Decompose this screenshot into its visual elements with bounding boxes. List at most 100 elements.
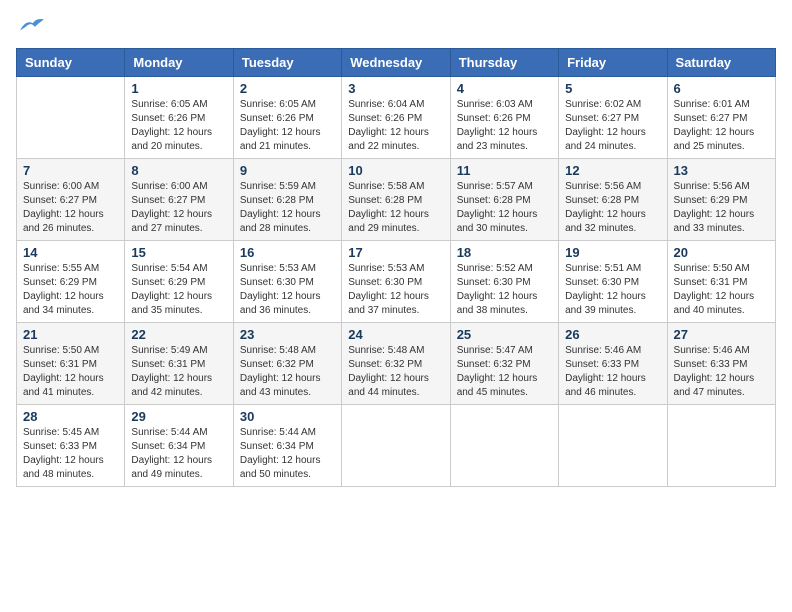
calendar-cell: 5 Sunrise: 6:02 AM Sunset: 6:27 PM Daylig… [559,77,667,159]
header-saturday: Saturday [667,49,775,77]
day-number: 30 [240,409,335,424]
day-info: Sunrise: 5:49 AM Sunset: 6:31 PM Dayligh… [131,344,226,400]
calendar-table: SundayMondayTuesdayWednesdayThursdayFrid… [16,48,776,487]
day-number: 2 [240,81,335,96]
day-number: 1 [131,81,226,96]
day-info: Sunrise: 5:59 AM Sunset: 6:28 PM Dayligh… [240,180,335,236]
header-wednesday: Wednesday [342,49,450,77]
calendar-cell: 17 Sunrise: 5:53 AM Sunset: 6:30 PM Dayli… [342,241,450,323]
day-info: Sunrise: 5:48 AM Sunset: 6:32 PM Dayligh… [348,344,443,400]
day-info: Sunrise: 5:44 AM Sunset: 6:34 PM Dayligh… [240,426,335,482]
week-row-1: 1 Sunrise: 6:05 AM Sunset: 6:26 PM Daylig… [17,77,776,159]
logo-bird-icon [18,14,46,36]
day-info: Sunrise: 5:46 AM Sunset: 6:33 PM Dayligh… [565,344,660,400]
day-number: 4 [457,81,552,96]
day-number: 26 [565,327,660,342]
header-tuesday: Tuesday [233,49,341,77]
calendar-cell: 10 Sunrise: 5:58 AM Sunset: 6:28 PM Dayli… [342,159,450,241]
day-info: Sunrise: 5:46 AM Sunset: 6:33 PM Dayligh… [674,344,769,400]
calendar-cell: 2 Sunrise: 6:05 AM Sunset: 6:26 PM Daylig… [233,77,341,159]
day-info: Sunrise: 5:54 AM Sunset: 6:29 PM Dayligh… [131,262,226,318]
day-info: Sunrise: 5:57 AM Sunset: 6:28 PM Dayligh… [457,180,552,236]
header-thursday: Thursday [450,49,558,77]
calendar-cell [17,77,125,159]
calendar-cell: 8 Sunrise: 6:00 AM Sunset: 6:27 PM Daylig… [125,159,233,241]
week-row-5: 28 Sunrise: 5:45 AM Sunset: 6:33 PM Dayli… [17,405,776,487]
calendar-cell [450,405,558,487]
week-row-2: 7 Sunrise: 6:00 AM Sunset: 6:27 PM Daylig… [17,159,776,241]
calendar-cell: 28 Sunrise: 5:45 AM Sunset: 6:33 PM Dayli… [17,405,125,487]
calendar-cell: 15 Sunrise: 5:54 AM Sunset: 6:29 PM Dayli… [125,241,233,323]
day-info: Sunrise: 5:52 AM Sunset: 6:30 PM Dayligh… [457,262,552,318]
calendar-cell: 26 Sunrise: 5:46 AM Sunset: 6:33 PM Dayli… [559,323,667,405]
calendar-cell: 23 Sunrise: 5:48 AM Sunset: 6:32 PM Dayli… [233,323,341,405]
day-number: 21 [23,327,118,342]
calendar-cell: 29 Sunrise: 5:44 AM Sunset: 6:34 PM Dayli… [125,405,233,487]
day-info: Sunrise: 5:53 AM Sunset: 6:30 PM Dayligh… [240,262,335,318]
day-number: 14 [23,245,118,260]
day-info: Sunrise: 5:50 AM Sunset: 6:31 PM Dayligh… [674,262,769,318]
day-number: 23 [240,327,335,342]
day-info: Sunrise: 5:53 AM Sunset: 6:30 PM Dayligh… [348,262,443,318]
day-number: 8 [131,163,226,178]
calendar-cell: 9 Sunrise: 5:59 AM Sunset: 6:28 PM Daylig… [233,159,341,241]
day-number: 11 [457,163,552,178]
day-info: Sunrise: 6:05 AM Sunset: 6:26 PM Dayligh… [131,98,226,154]
header-sunday: Sunday [17,49,125,77]
day-number: 20 [674,245,769,260]
header-friday: Friday [559,49,667,77]
day-info: Sunrise: 5:47 AM Sunset: 6:32 PM Dayligh… [457,344,552,400]
day-number: 7 [23,163,118,178]
day-number: 28 [23,409,118,424]
day-number: 22 [131,327,226,342]
calendar-cell: 22 Sunrise: 5:49 AM Sunset: 6:31 PM Dayli… [125,323,233,405]
calendar-cell: 3 Sunrise: 6:04 AM Sunset: 6:26 PM Daylig… [342,77,450,159]
header-row: SundayMondayTuesdayWednesdayThursdayFrid… [17,49,776,77]
calendar-cell: 7 Sunrise: 6:00 AM Sunset: 6:27 PM Daylig… [17,159,125,241]
calendar-cell [342,405,450,487]
day-number: 12 [565,163,660,178]
day-number: 6 [674,81,769,96]
day-info: Sunrise: 5:56 AM Sunset: 6:29 PM Dayligh… [674,180,769,236]
calendar-cell: 27 Sunrise: 5:46 AM Sunset: 6:33 PM Dayli… [667,323,775,405]
calendar-cell [667,405,775,487]
day-number: 19 [565,245,660,260]
calendar-cell: 20 Sunrise: 5:50 AM Sunset: 6:31 PM Dayli… [667,241,775,323]
page-header [16,16,776,36]
day-info: Sunrise: 6:05 AM Sunset: 6:26 PM Dayligh… [240,98,335,154]
day-info: Sunrise: 6:00 AM Sunset: 6:27 PM Dayligh… [131,180,226,236]
day-info: Sunrise: 5:48 AM Sunset: 6:32 PM Dayligh… [240,344,335,400]
day-number: 13 [674,163,769,178]
day-info: Sunrise: 5:56 AM Sunset: 6:28 PM Dayligh… [565,180,660,236]
day-number: 3 [348,81,443,96]
day-info: Sunrise: 5:45 AM Sunset: 6:33 PM Dayligh… [23,426,118,482]
calendar-cell: 12 Sunrise: 5:56 AM Sunset: 6:28 PM Dayli… [559,159,667,241]
week-row-3: 14Sunrise: 5:55 AM Sunset: 6:29 PM Dayli… [17,241,776,323]
day-number: 27 [674,327,769,342]
calendar-cell: 18Sunrise: 5:52 AM Sunset: 6:30 PM Dayli… [450,241,558,323]
day-number: 17 [348,245,443,260]
day-number: 10 [348,163,443,178]
calendar-cell: 11 Sunrise: 5:57 AM Sunset: 6:28 PM Dayli… [450,159,558,241]
calendar-cell: 21 Sunrise: 5:50 AM Sunset: 6:31 PM Dayli… [17,323,125,405]
calendar-cell: 16 Sunrise: 5:53 AM Sunset: 6:30 PM Dayli… [233,241,341,323]
day-info: Sunrise: 5:44 AM Sunset: 6:34 PM Dayligh… [131,426,226,482]
day-info: Sunrise: 6:00 AM Sunset: 6:27 PM Dayligh… [23,180,118,236]
day-info: Sunrise: 6:04 AM Sunset: 6:26 PM Dayligh… [348,98,443,154]
day-number: 15 [131,245,226,260]
day-info: Sunrise: 5:50 AM Sunset: 6:31 PM Dayligh… [23,344,118,400]
calendar-cell: 30 Sunrise: 5:44 AM Sunset: 6:34 PM Dayli… [233,405,341,487]
day-info: Sunrise: 5:58 AM Sunset: 6:28 PM Dayligh… [348,180,443,236]
day-number: 16 [240,245,335,260]
day-number: 29 [131,409,226,424]
calendar-cell: 4Sunrise: 6:03 AM Sunset: 6:26 PM Daylig… [450,77,558,159]
day-info: Sunrise: 5:51 AM Sunset: 6:30 PM Dayligh… [565,262,660,318]
calendar-cell: 24Sunrise: 5:48 AM Sunset: 6:32 PM Dayli… [342,323,450,405]
day-number: 5 [565,81,660,96]
day-info: Sunrise: 6:02 AM Sunset: 6:27 PM Dayligh… [565,98,660,154]
day-info: Sunrise: 6:01 AM Sunset: 6:27 PM Dayligh… [674,98,769,154]
calendar-cell: 19 Sunrise: 5:51 AM Sunset: 6:30 PM Dayli… [559,241,667,323]
week-row-4: 21 Sunrise: 5:50 AM Sunset: 6:31 PM Dayli… [17,323,776,405]
calendar-cell: 1 Sunrise: 6:05 AM Sunset: 6:26 PM Daylig… [125,77,233,159]
day-number: 9 [240,163,335,178]
